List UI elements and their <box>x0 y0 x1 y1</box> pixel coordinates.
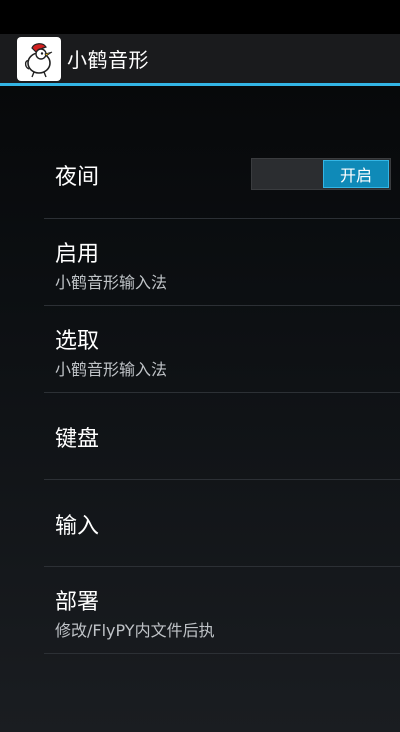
setting-title: 夜间 <box>55 165 100 190</box>
setting-summary: 小鹤音形输入法 <box>55 273 168 292</box>
setting-title: 选取 <box>55 329 100 354</box>
night-mode-toggle[interactable]: 开启 <box>251 158 391 190</box>
setting-title: 部署 <box>55 590 100 615</box>
settings-list: 夜间 开启 启用 小鹤音形输入法 选取 小鹤音形输入法 键盘 输入 部署 修改/… <box>44 131 400 654</box>
setting-keyboard[interactable]: 键盘 <box>44 393 400 480</box>
setting-title: 启用 <box>55 242 100 267</box>
crane-bird-icon[interactable] <box>17 36 61 81</box>
setting-title: 输入 <box>55 514 100 539</box>
setting-deploy[interactable]: 部署 修改/FlyPY内文件后执 <box>44 567 400 654</box>
setting-title: 键盘 <box>55 427 100 452</box>
setting-summary: 修改/FlyPY内文件后执 <box>55 621 215 640</box>
setting-input[interactable]: 输入 <box>44 480 400 567</box>
action-bar: 小鹤音形 <box>0 34 400 86</box>
setting-night-mode[interactable]: 夜间 开启 <box>44 131 400 219</box>
toggle-on-label: 开启 <box>323 160 389 188</box>
setting-select[interactable]: 选取 小鹤音形输入法 <box>44 306 400 393</box>
setting-summary: 小鹤音形输入法 <box>55 360 168 379</box>
app-title: 小鹤音形 <box>67 48 149 72</box>
setting-enable[interactable]: 启用 小鹤音形输入法 <box>44 219 400 306</box>
status-bar <box>0 0 400 34</box>
